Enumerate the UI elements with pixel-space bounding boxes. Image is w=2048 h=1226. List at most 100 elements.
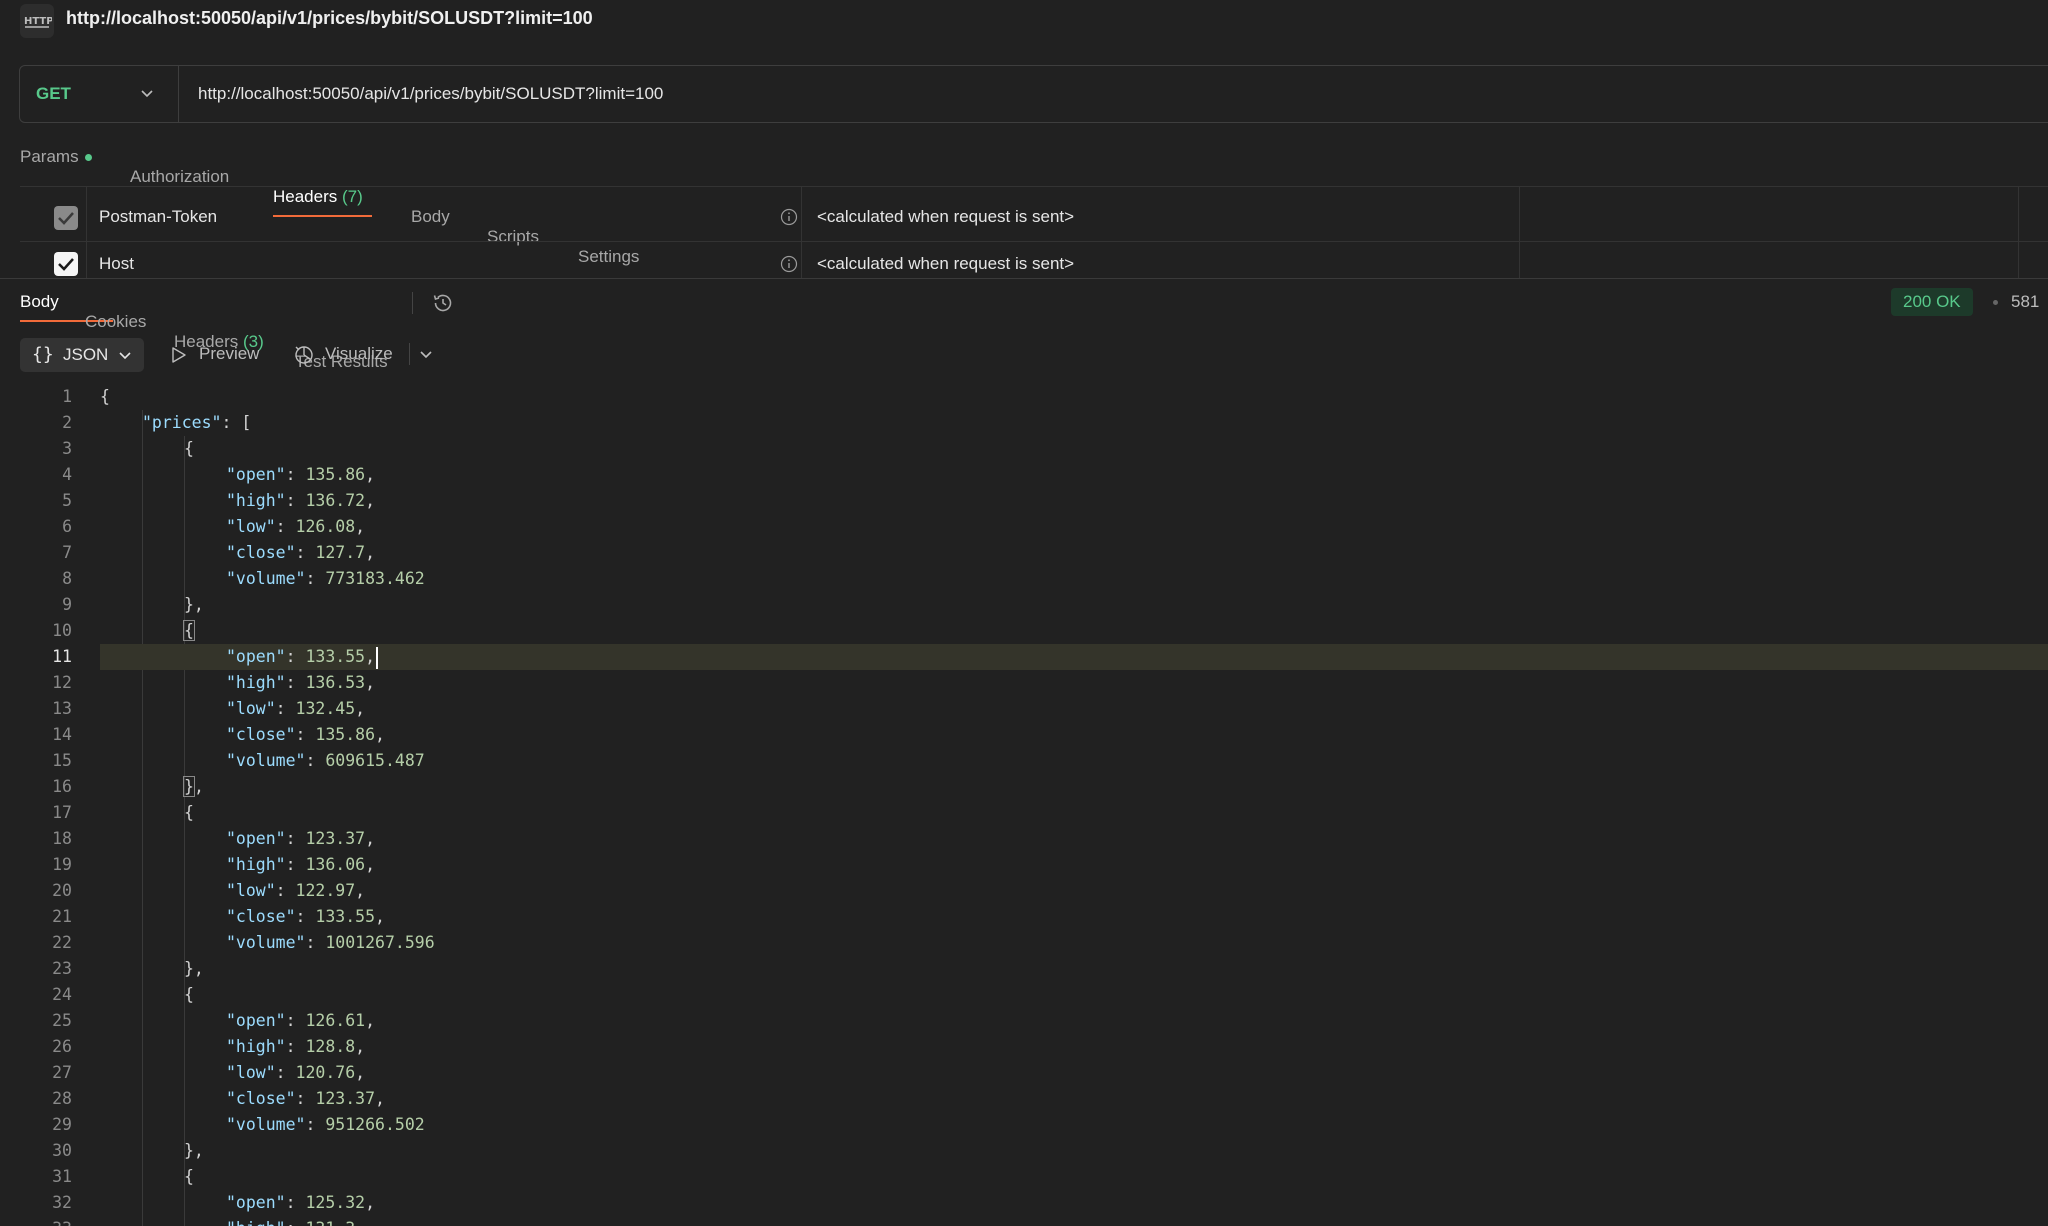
url-input[interactable] bbox=[198, 84, 1998, 104]
tab-authorization[interactable]: Authorization bbox=[130, 167, 229, 187]
json-punct: , bbox=[365, 647, 376, 666]
visualize-button[interactable]: Visualize bbox=[325, 344, 393, 364]
json-value: 773183.462 bbox=[325, 569, 425, 588]
format-select[interactable]: {} JSON bbox=[20, 338, 144, 372]
json-punct: : bbox=[285, 1011, 306, 1030]
code-text: "volume": 1001267.596 bbox=[226, 930, 435, 956]
json-punct: , bbox=[355, 517, 366, 536]
line-number: 28 bbox=[52, 1089, 72, 1108]
preview-button[interactable]: Preview bbox=[199, 344, 259, 364]
json-key: "open" bbox=[226, 829, 286, 848]
line-number: 22 bbox=[52, 933, 72, 952]
json-value: 122.97 bbox=[295, 881, 356, 900]
line-number: 11 bbox=[52, 647, 72, 666]
method-select[interactable]: GET bbox=[20, 66, 179, 122]
tab-cookies[interactable]: Cookies bbox=[85, 312, 178, 332]
json-value: 136.06 bbox=[305, 855, 366, 874]
line-number: 25 bbox=[52, 1011, 72, 1030]
code-text: { bbox=[183, 618, 195, 644]
header-row-postman-token: Postman-Token <calculated when request i… bbox=[20, 195, 2048, 242]
json-punct: : bbox=[285, 829, 306, 848]
json-punct: : bbox=[275, 517, 296, 536]
json-key: "volume" bbox=[226, 933, 306, 952]
json-value: 135.86 bbox=[305, 465, 366, 484]
tab-response-body-label: Body bbox=[20, 292, 59, 311]
chevron-down-icon[interactable] bbox=[418, 346, 434, 362]
json-key: "low" bbox=[226, 881, 276, 900]
code-line: 21 "close": 133.55, bbox=[0, 904, 2048, 930]
line-number: 26 bbox=[52, 1037, 72, 1056]
json-value: 125.32 bbox=[305, 1193, 366, 1212]
code-text: }, bbox=[184, 1141, 204, 1160]
code-text: "open": 125.32, bbox=[226, 1190, 375, 1216]
code-line: 23}, bbox=[0, 956, 2048, 982]
url-bar: GET bbox=[19, 65, 2048, 123]
json-key: "low" bbox=[226, 517, 276, 536]
code-text: "low": 122.97, bbox=[226, 878, 365, 904]
tab-cookies-label: Cookies bbox=[85, 312, 147, 331]
response-body-editor[interactable]: 1{2 "prices": [3{4 "open": 135.86, 5 "high":… bbox=[0, 384, 2048, 1226]
request-title[interactable]: http://localhost:50050/api/v1/prices/byb… bbox=[66, 8, 593, 29]
code-line: 9}, bbox=[0, 592, 2048, 618]
line-number: 29 bbox=[52, 1115, 72, 1134]
json-punct: : bbox=[305, 751, 326, 770]
code-text: "high": 136.53, bbox=[226, 670, 375, 696]
code-line: 14 "close": 135.86, bbox=[0, 722, 2048, 748]
history-icon[interactable] bbox=[431, 291, 455, 315]
info-icon[interactable] bbox=[780, 255, 798, 273]
header-value: <calculated when request is sent> bbox=[817, 254, 1075, 273]
json-punct: : bbox=[285, 1037, 306, 1056]
json-punct: , bbox=[375, 1089, 385, 1108]
header-enabled-checkbox[interactable] bbox=[54, 252, 78, 276]
json-value: 1001267.596 bbox=[325, 933, 435, 952]
code-text: "close": 123.37, bbox=[226, 1086, 385, 1112]
code-line: 2 "prices": [ bbox=[0, 410, 2048, 436]
line-number: 16 bbox=[52, 777, 72, 796]
info-icon[interactable] bbox=[780, 208, 798, 226]
code-line: 8 "volume": 773183.462 bbox=[0, 566, 2048, 592]
code-line: 4 "open": 135.86, bbox=[0, 462, 2048, 488]
line-number: 9 bbox=[62, 595, 72, 614]
line-number: 23 bbox=[52, 959, 72, 978]
json-punct: : bbox=[305, 569, 326, 588]
json-value: 123.37 bbox=[305, 829, 366, 848]
json-key: "high" bbox=[226, 1219, 286, 1226]
status-badge[interactable]: 200 OK bbox=[1891, 288, 1973, 316]
json-key: "low" bbox=[226, 1063, 276, 1082]
play-icon[interactable] bbox=[170, 345, 188, 365]
header-enabled-checkbox[interactable] bbox=[54, 206, 78, 230]
json-value: 127.7 bbox=[315, 543, 366, 562]
json-value: 135.86 bbox=[315, 725, 376, 744]
toolbar-separator bbox=[409, 343, 410, 365]
json-key: "close" bbox=[226, 725, 296, 744]
code-text: "high": 136.72, bbox=[226, 488, 375, 514]
matched-bracket: { bbox=[183, 620, 195, 641]
line-number: 32 bbox=[52, 1193, 72, 1212]
tab-params[interactable]: Params bbox=[20, 147, 119, 167]
code-line: 20 "low": 122.97, bbox=[0, 878, 2048, 904]
method-label: GET bbox=[36, 84, 71, 103]
code-line: 30}, bbox=[0, 1138, 2048, 1164]
response-size[interactable]: 581 bbox=[2011, 292, 2039, 312]
json-punct: , bbox=[355, 1037, 366, 1056]
pane-divider[interactable] bbox=[0, 278, 2048, 279]
tab-response-body[interactable]: Body bbox=[20, 292, 113, 322]
code-text: "open": 133.55, bbox=[226, 644, 379, 670]
code-text: { bbox=[184, 803, 194, 822]
line-number: 13 bbox=[52, 699, 72, 718]
json-value: 126.61 bbox=[305, 1011, 366, 1030]
json-value: 133.55 bbox=[305, 647, 366, 666]
json-key: "high" bbox=[226, 673, 286, 692]
line-number: 7 bbox=[62, 543, 72, 562]
code-line: 31 { bbox=[0, 1164, 2048, 1190]
line-number: 14 bbox=[52, 725, 72, 744]
json-value: 128.8 bbox=[305, 1037, 356, 1056]
line-number: 19 bbox=[52, 855, 72, 874]
header-value: <calculated when request is sent> bbox=[817, 207, 1075, 226]
code-text: { bbox=[184, 985, 194, 1004]
json-punct: : bbox=[275, 699, 296, 718]
line-number: 1 bbox=[62, 387, 72, 406]
visualize-icon[interactable] bbox=[293, 343, 315, 365]
json-value: 120.76 bbox=[295, 1063, 356, 1082]
json-punct: , bbox=[355, 699, 366, 718]
